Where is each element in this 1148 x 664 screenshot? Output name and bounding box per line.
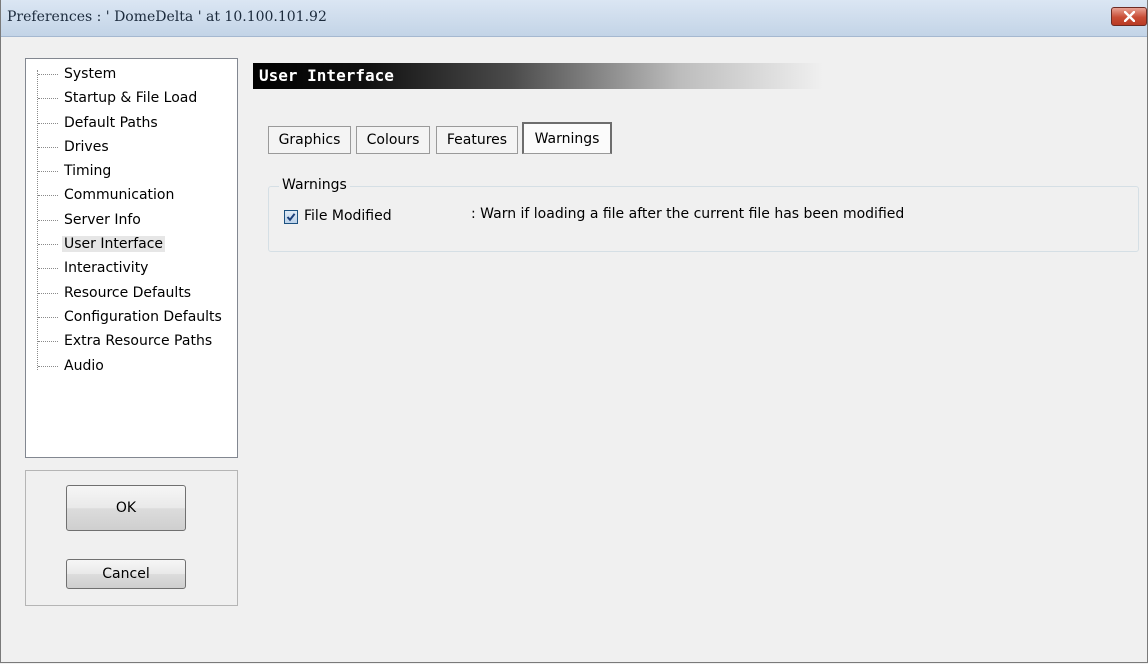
tree-item-label: System bbox=[64, 66, 117, 82]
preferences-tree[interactable]: System Startup & File Load Default Paths… bbox=[25, 58, 238, 458]
tree-item-label: Default Paths bbox=[64, 115, 158, 131]
tree-branch bbox=[38, 341, 58, 342]
checkmark-icon bbox=[286, 213, 296, 222]
tab-warnings[interactable]: Warnings bbox=[522, 122, 612, 154]
warnings-group-label: Warnings bbox=[279, 177, 350, 193]
tree-branch bbox=[38, 195, 58, 196]
tree-item-label: Resource Defaults bbox=[64, 285, 192, 301]
tree-item-label: Drives bbox=[64, 139, 109, 155]
tree-branch bbox=[38, 74, 58, 75]
close-button[interactable] bbox=[1111, 7, 1147, 26]
tree-item-label: User Interface bbox=[62, 236, 166, 252]
file-modified-description: : Warn if loading a file after the curre… bbox=[471, 206, 905, 222]
tree-item-label: Extra Resource Paths bbox=[64, 333, 213, 349]
tree-branch bbox=[38, 171, 58, 172]
tree-branch bbox=[38, 317, 58, 318]
tree-item-label: Timing bbox=[64, 163, 112, 179]
window-title: Preferences : ' DomeDelta ' at 10.100.10… bbox=[7, 9, 327, 25]
tree-item-label: Interactivity bbox=[64, 260, 149, 276]
section-title: User Interface bbox=[259, 66, 394, 85]
ok-button[interactable]: OK bbox=[66, 485, 186, 531]
tree-item-label: Startup & File Load bbox=[64, 90, 198, 106]
tree-branch bbox=[38, 147, 58, 148]
section-header: User Interface bbox=[253, 63, 823, 89]
close-icon bbox=[1124, 11, 1135, 22]
tree-branch bbox=[38, 268, 58, 269]
preferences-window: Preferences : ' DomeDelta ' at 10.100.10… bbox=[0, 0, 1148, 663]
dialog-button-panel: OK Cancel bbox=[25, 470, 238, 606]
tree-branch bbox=[38, 366, 58, 367]
tree-item-label: Configuration Defaults bbox=[64, 309, 222, 325]
tree-branch bbox=[38, 98, 58, 99]
tab-colours[interactable]: Colours bbox=[356, 126, 430, 154]
tree-item-label: Server Info bbox=[64, 212, 141, 228]
file-modified-checkbox[interactable] bbox=[284, 210, 298, 224]
tree-branch bbox=[38, 293, 58, 294]
file-modified-label[interactable]: File Modified bbox=[304, 208, 392, 224]
tab-features[interactable]: Features bbox=[436, 126, 518, 154]
tree-item-label: Audio bbox=[64, 358, 104, 374]
cancel-button[interactable]: Cancel bbox=[66, 559, 186, 589]
tree-item-label: Communication bbox=[64, 187, 175, 203]
tree-branch bbox=[38, 244, 58, 245]
title-bar[interactable]: Preferences : ' DomeDelta ' at 10.100.10… bbox=[1, 0, 1147, 37]
tree-branch bbox=[38, 220, 58, 221]
tab-graphics[interactable]: Graphics bbox=[268, 126, 351, 154]
tree-branch bbox=[38, 123, 58, 124]
